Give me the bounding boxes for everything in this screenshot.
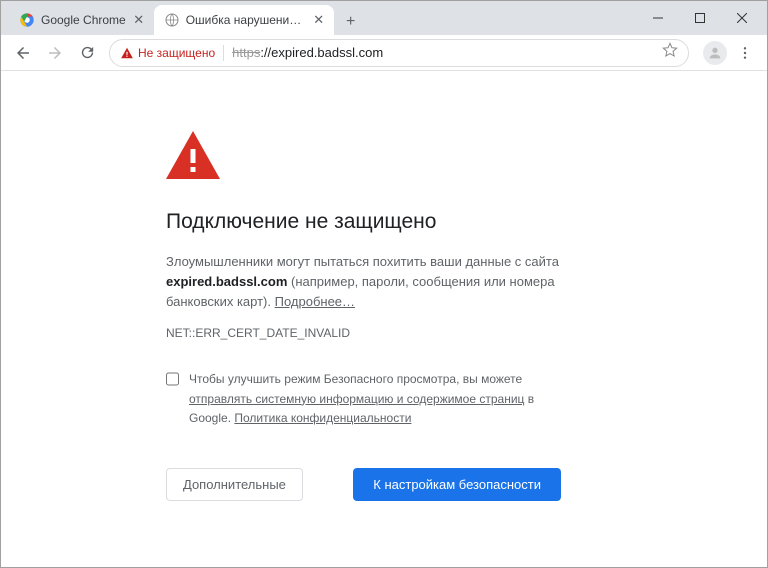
page-heading: Подключение не защищено bbox=[166, 210, 561, 234]
warning-triangle-icon bbox=[166, 131, 561, 184]
security-label: Не защищено bbox=[138, 46, 215, 60]
url-text: https://expired.badssl.com bbox=[232, 45, 662, 60]
reload-button[interactable] bbox=[73, 39, 101, 67]
security-indicator[interactable]: Не защищено bbox=[120, 46, 215, 60]
tab-title: Google Chrome bbox=[41, 13, 126, 27]
globe-favicon-icon bbox=[164, 12, 180, 28]
address-bar[interactable]: Не защищено https://expired.badssl.com bbox=[109, 39, 689, 67]
chrome-favicon-icon bbox=[19, 12, 35, 28]
warning-body: Злоумышленники могут пытаться похитить в… bbox=[166, 252, 561, 312]
tab-title: Ошибка нарушения конфиден... bbox=[186, 13, 306, 27]
separator bbox=[223, 45, 224, 61]
tab-strip: Google Chrome ✕ Ошибка нарушения конфиде… bbox=[1, 5, 637, 35]
maximize-button[interactable] bbox=[679, 4, 721, 32]
tab-1[interactable]: Ошибка нарушения конфиден... ✕ bbox=[154, 5, 334, 35]
error-code: NET::ERR_CERT_DATE_INVALID bbox=[166, 326, 561, 340]
window-titlebar: Google Chrome ✕ Ошибка нарушения конфиде… bbox=[1, 1, 767, 35]
action-row: Дополнительные К настройкам безопасности bbox=[166, 468, 561, 501]
minimize-button[interactable] bbox=[637, 4, 679, 32]
close-window-button[interactable] bbox=[721, 4, 763, 32]
bookmark-star-icon[interactable] bbox=[662, 42, 678, 63]
interstitial-content: Подключение не защищено Злоумышленники м… bbox=[1, 71, 561, 501]
optin-link-privacy[interactable]: Политика конфиденциальности bbox=[234, 411, 411, 425]
back-to-safety-button[interactable]: К настройкам безопасности bbox=[353, 468, 561, 501]
warning-triangle-icon bbox=[120, 46, 134, 60]
tab-0[interactable]: Google Chrome ✕ bbox=[9, 5, 154, 35]
new-tab-button[interactable]: + bbox=[338, 9, 364, 35]
profile-avatar[interactable] bbox=[703, 41, 727, 65]
menu-button[interactable] bbox=[731, 39, 759, 67]
tab-close-icon[interactable]: ✕ bbox=[312, 13, 326, 27]
forward-button[interactable] bbox=[41, 39, 69, 67]
optin-checkbox[interactable] bbox=[166, 372, 179, 386]
tab-close-icon[interactable]: ✕ bbox=[132, 13, 146, 27]
hostname: expired.badssl.com bbox=[166, 274, 287, 289]
advanced-button[interactable]: Дополнительные bbox=[166, 468, 303, 501]
window-controls bbox=[637, 1, 767, 35]
optin-link-send[interactable]: отправлять системную информацию и содерж… bbox=[189, 392, 524, 406]
toolbar: Не защищено https://expired.badssl.com bbox=[1, 35, 767, 71]
optin-row: Чтобы улучшить режим Безопасного просмот… bbox=[166, 370, 561, 428]
back-button[interactable] bbox=[9, 39, 37, 67]
optin-text: Чтобы улучшить режим Безопасного просмот… bbox=[189, 370, 561, 428]
learn-more-link[interactable]: Подробнее… bbox=[275, 294, 355, 309]
